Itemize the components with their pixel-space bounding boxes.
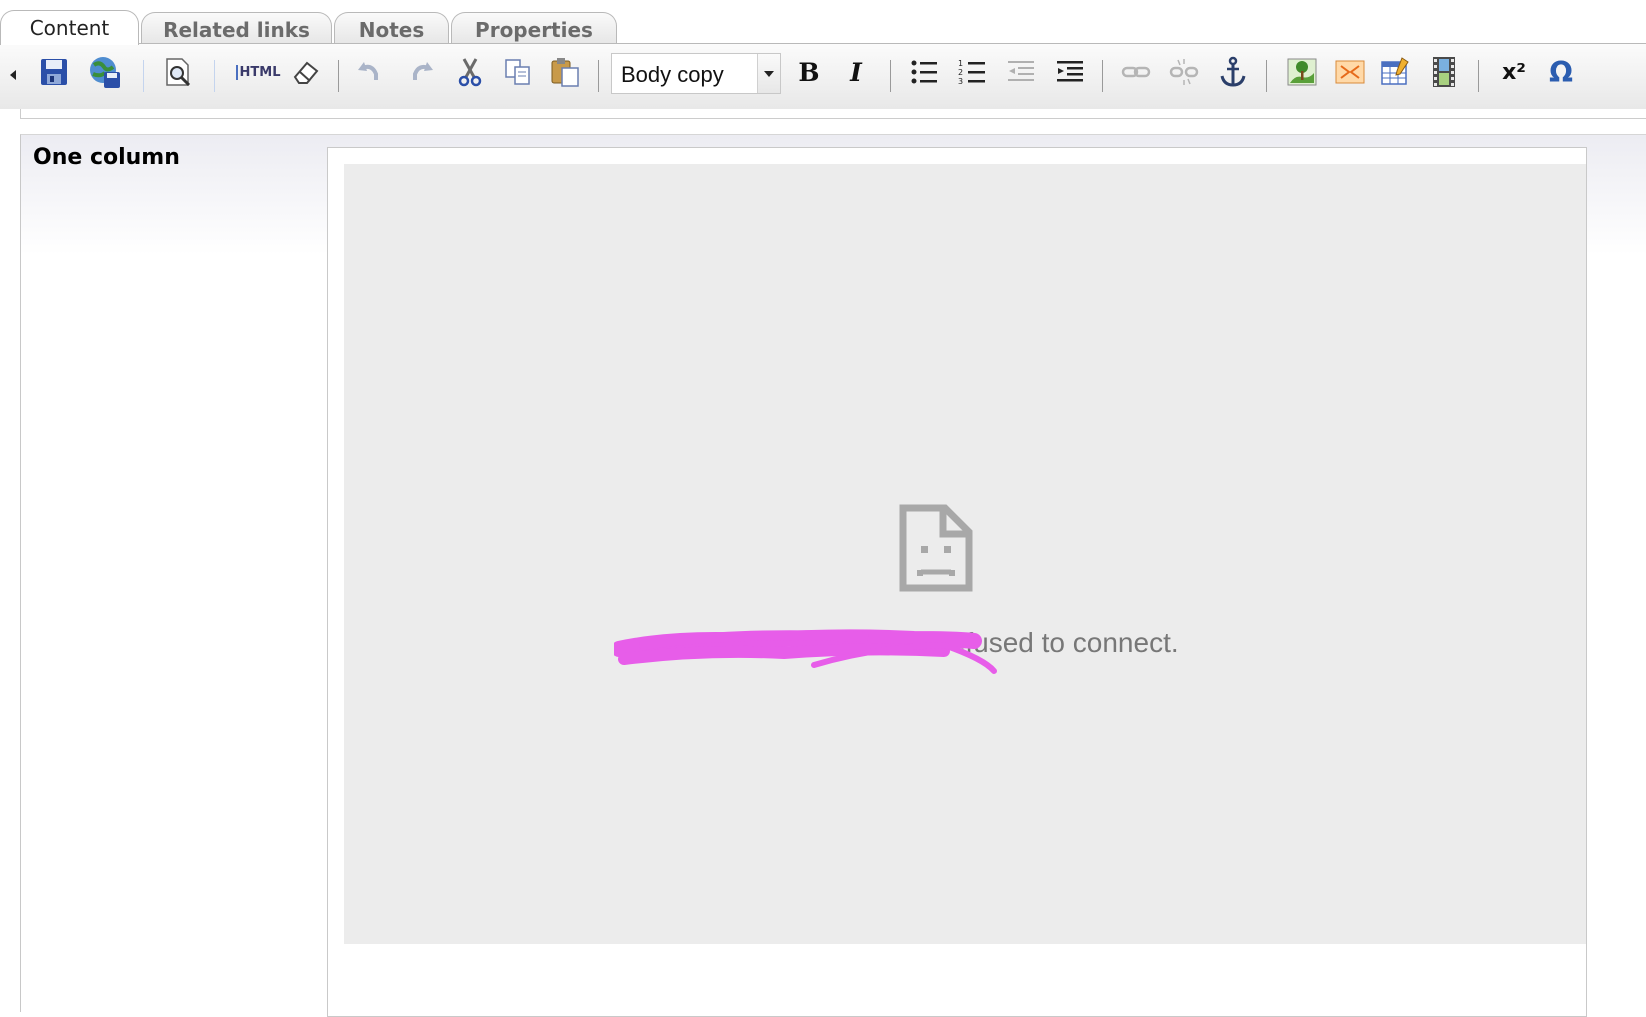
bold-icon[interactable]: B	[791, 54, 827, 90]
italic-icon[interactable]: I	[838, 54, 874, 90]
format-select-value: Body copy	[621, 62, 724, 87]
tab-notes-label: Notes	[358, 18, 425, 42]
redaction-scribble	[614, 629, 997, 674]
broken-page-icon	[899, 504, 973, 592]
undo-icon[interactable]	[352, 54, 388, 90]
save-publish-icon[interactable]	[87, 54, 123, 90]
superscript-icon[interactable]: x²	[1496, 54, 1532, 90]
indent-icon[interactable]	[1052, 54, 1088, 90]
copy-icon[interactable]	[500, 54, 536, 90]
rich-text-editor[interactable]: .com refused to connect.	[327, 147, 1587, 1017]
tab-properties-label: Properties	[475, 18, 593, 42]
outdent-icon[interactable]	[1003, 54, 1039, 90]
unlink-icon[interactable]	[1166, 54, 1202, 90]
toolbar-underline	[20, 109, 1646, 119]
paste-icon[interactable]	[547, 54, 583, 90]
html-source-label: HTML	[235, 64, 280, 80]
chevron-down-icon[interactable]	[757, 54, 780, 93]
cut-icon[interactable]	[452, 54, 488, 90]
preview-icon[interactable]	[160, 54, 196, 90]
tab-bar: Content Related links Notes Properties	[0, 0, 1646, 45]
eraser-icon[interactable]	[288, 54, 324, 90]
bold-label: B	[798, 57, 820, 87]
save-icon[interactable]	[36, 54, 72, 90]
tab-related-links-label: Related links	[163, 18, 310, 42]
bulleted-list-icon[interactable]	[906, 54, 942, 90]
insert-flash-icon[interactable]	[1332, 54, 1368, 90]
insert-image-icon[interactable]	[1284, 54, 1320, 90]
region-label: One column	[33, 145, 180, 170]
content-region: One column .com refused to connect.	[20, 134, 1646, 1017]
svg-text:3: 3	[958, 77, 963, 86]
tab-content[interactable]: Content	[0, 10, 139, 45]
link-icon[interactable]	[1118, 54, 1154, 90]
special-character-icon[interactable]: Ω	[1543, 54, 1579, 90]
tab-properties[interactable]: Properties	[451, 12, 617, 44]
toolbar-collapse-icon[interactable]	[10, 70, 16, 80]
embedded-frame: .com refused to connect.	[344, 164, 1586, 944]
redo-icon[interactable]	[403, 54, 439, 90]
html-source-icon[interactable]: HTML	[235, 54, 280, 90]
tab-notes[interactable]: Notes	[334, 12, 449, 44]
superscript-label: x²	[1502, 59, 1526, 85]
tab-related-links[interactable]: Related links	[141, 12, 332, 44]
insert-table-icon[interactable]	[1378, 54, 1414, 90]
insert-media-icon[interactable]	[1426, 54, 1462, 90]
svg-text:1: 1	[958, 59, 963, 68]
format-select[interactable]: Body copy	[611, 53, 781, 94]
numbered-list-icon[interactable]: 123	[954, 54, 990, 90]
editor-toolbar: HTML Body copy B I 123 x² Ω	[0, 43, 1646, 109]
italic-label: I	[850, 57, 862, 87]
anchor-icon[interactable]	[1215, 54, 1251, 90]
tab-content-label: Content	[29, 16, 110, 40]
omega-label: Ω	[1549, 55, 1573, 89]
svg-text:2: 2	[958, 68, 963, 77]
